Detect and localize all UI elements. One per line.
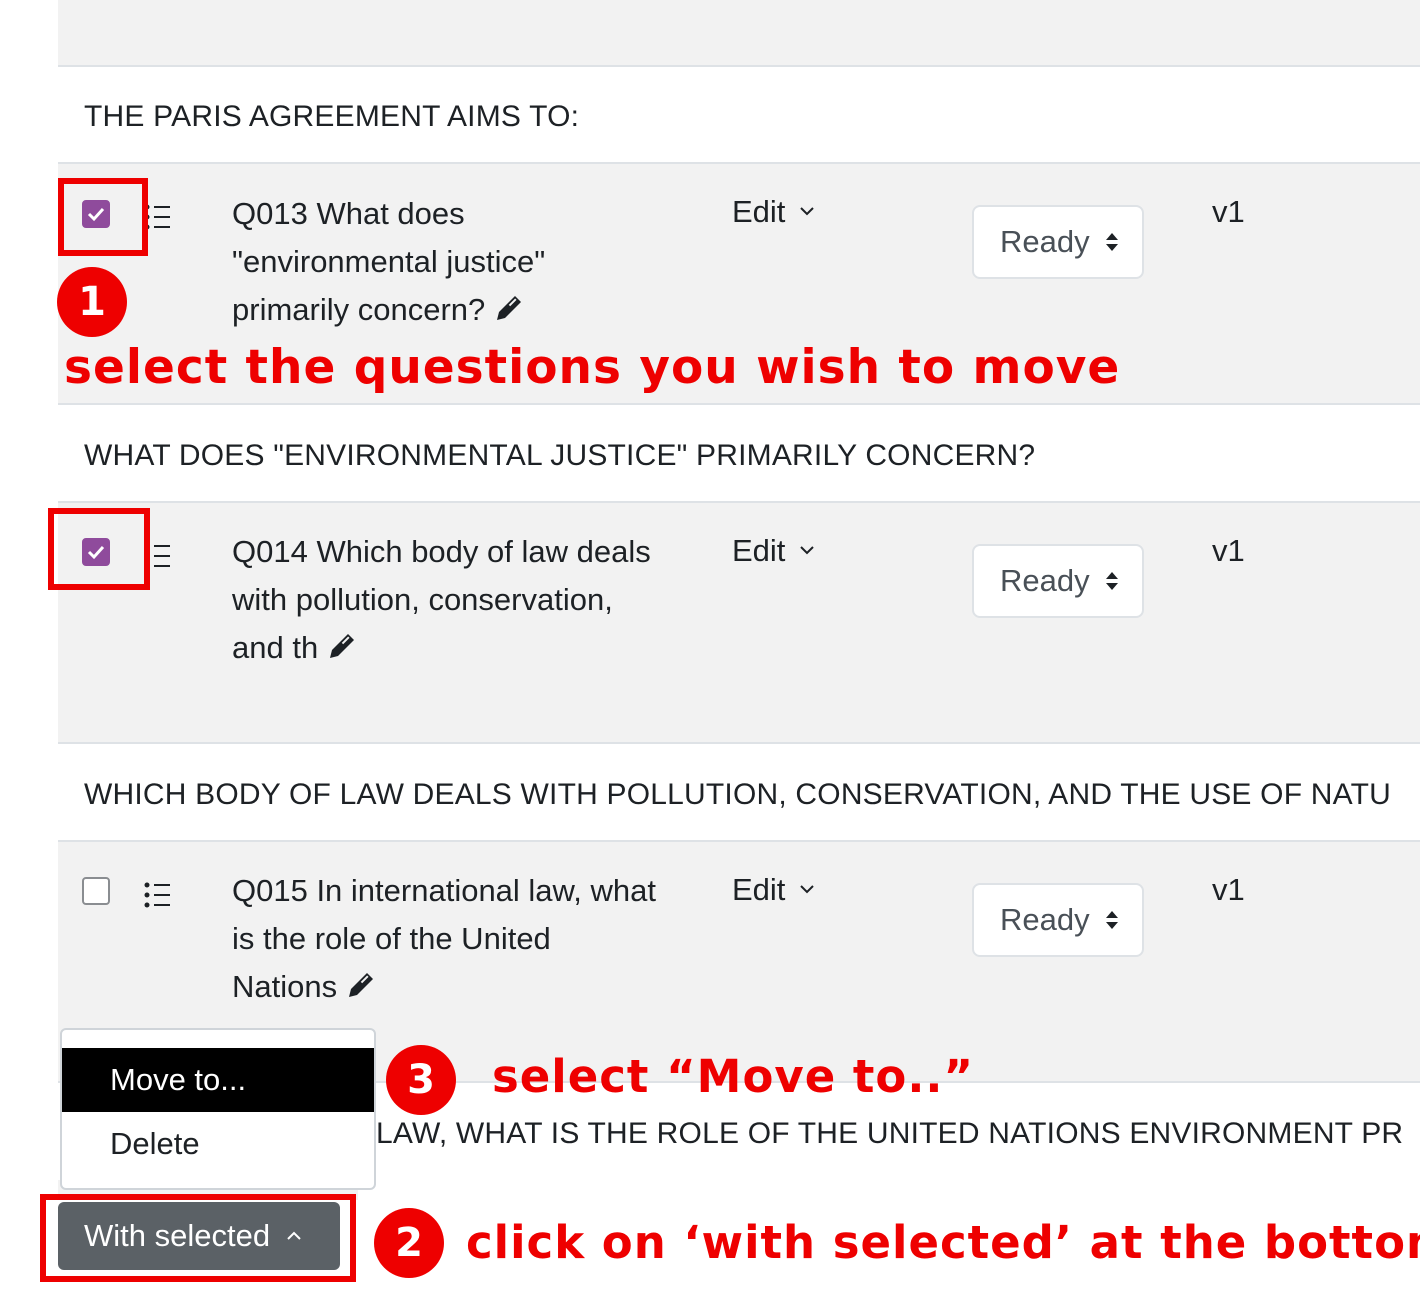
question-name-line: Q013 What does <box>232 196 465 231</box>
step-number-badge: 1 <box>57 267 127 337</box>
list-drag-icon[interactable] <box>144 204 172 230</box>
question-name-line: with pollution, conservation, <box>232 582 613 617</box>
question-name: Q015 In international law, what is the r… <box>232 867 692 1011</box>
edit-menu[interactable]: Edit <box>732 194 815 230</box>
chevron-down-icon <box>800 885 815 894</box>
question-name-line-text: and th <box>232 630 319 665</box>
question-text-header: WHAT DOES "ENVIRONMENTAL JUSTICE" PRIMAR… <box>84 439 1036 472</box>
question-name-line-text: Nations <box>232 969 338 1004</box>
question-name-line: "environmental justice" <box>232 244 546 279</box>
pencil-icon[interactable] <box>493 292 525 324</box>
status-value: Ready <box>1000 902 1090 937</box>
question-name-line: Q015 In international law, what <box>232 873 656 908</box>
highlight-box <box>40 1194 356 1282</box>
move-to-menu-item[interactable]: Move to... <box>62 1048 374 1112</box>
divider <box>58 403 1420 405</box>
highlight-box <box>48 508 150 590</box>
status-select[interactable]: Ready <box>972 205 1144 279</box>
edit-label: Edit <box>732 533 786 568</box>
question-name-line: primarily concern? <box>232 286 692 334</box>
top-area <box>58 0 1420 66</box>
up-down-caret-icon <box>1105 233 1118 251</box>
delete-menu-item[interactable]: Delete <box>62 1112 374 1176</box>
question-checkbox[interactable] <box>82 877 110 905</box>
divider <box>58 65 1420 67</box>
instruction-step1: select the questions you wish to move <box>64 340 1121 395</box>
status-select[interactable]: Ready <box>972 883 1144 957</box>
instruction-step2: click on ‘with selected’ at the bottom <box>466 1216 1420 1269</box>
edit-label: Edit <box>732 872 786 907</box>
step-number-badge: 3 <box>386 1045 456 1115</box>
version-label: v1 <box>1212 533 1245 568</box>
question-text-header: WHICH BODY OF LAW DEALS WITH POLLUTION, … <box>84 778 1391 811</box>
edit-menu[interactable]: Edit <box>732 872 815 908</box>
question-name-line: and th <box>232 624 692 672</box>
with-selected-dropdown: Move to... Delete <box>60 1028 376 1190</box>
chevron-down-icon <box>800 207 815 216</box>
list-drag-icon[interactable] <box>144 882 172 908</box>
version-label: v1 <box>1212 194 1245 229</box>
question-name-line: Q014 Which body of law deals <box>232 534 651 569</box>
status-value: Ready <box>1000 224 1090 259</box>
edit-label: Edit <box>732 194 786 229</box>
pencil-icon[interactable] <box>345 969 377 1001</box>
highlight-box <box>58 178 148 256</box>
question-text-header: THE PARIS AGREEMENT AIMS TO: <box>84 100 580 133</box>
question-name: Q014 Which body of law deals with pollut… <box>232 528 692 672</box>
version-label: v1 <box>1212 872 1245 907</box>
status-value: Ready <box>1000 563 1090 598</box>
instruction-step3: select “Move to..” <box>492 1050 975 1103</box>
pencil-icon[interactable] <box>326 630 358 662</box>
status-select[interactable]: Ready <box>972 544 1144 618</box>
question-name-line-text: primarily concern? <box>232 292 486 327</box>
question-name: Q013 What does "environmental justice" p… <box>232 190 692 334</box>
divider <box>58 742 1420 744</box>
chevron-down-icon <box>800 546 815 555</box>
question-text-header: LAW, WHAT IS THE ROLE OF THE UNITED NATI… <box>376 1117 1404 1150</box>
question-name-line: is the role of the United <box>232 921 551 956</box>
up-down-caret-icon <box>1105 911 1118 929</box>
edit-menu[interactable]: Edit <box>732 533 815 569</box>
up-down-caret-icon <box>1105 572 1118 590</box>
question-name-line: Nations <box>232 963 692 1011</box>
step-number-badge: 2 <box>374 1208 444 1278</box>
